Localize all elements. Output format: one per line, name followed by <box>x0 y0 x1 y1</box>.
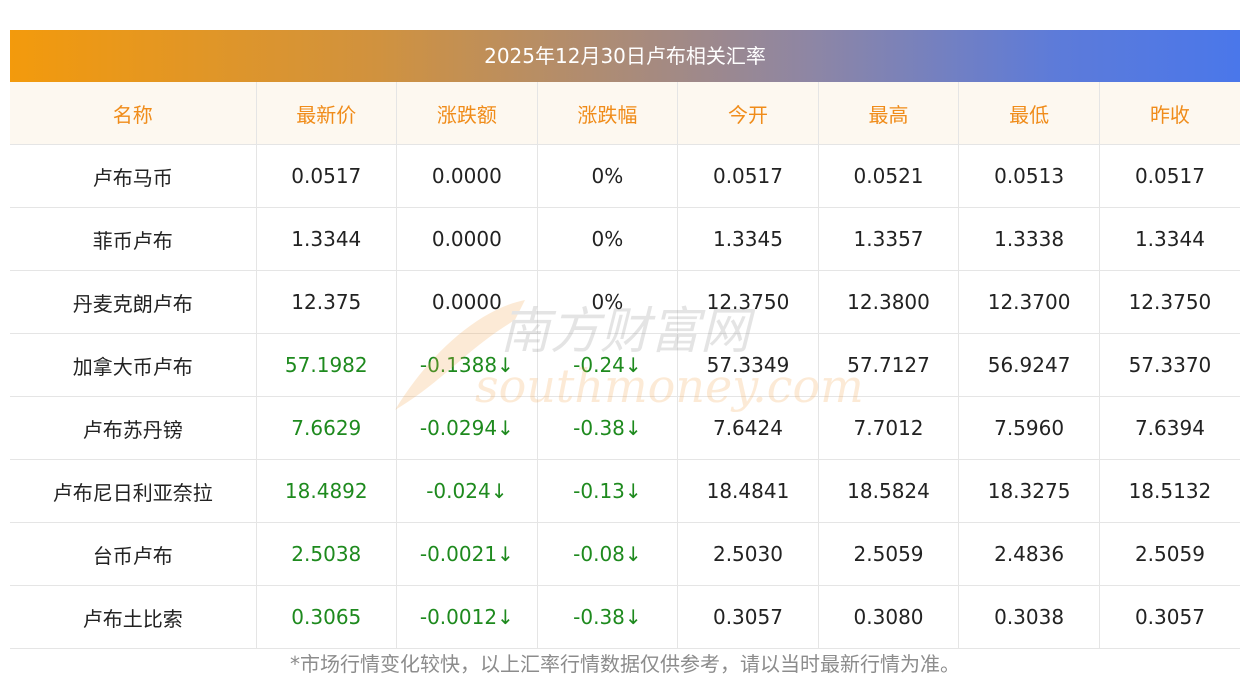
col-header-open: 今开 <box>677 82 819 145</box>
cell-change: 0.0000 <box>396 270 538 334</box>
cell-high: 12.3800 <box>817 270 959 334</box>
cell-prev: 0.3057 <box>1098 585 1240 649</box>
cell-low: 7.5960 <box>958 396 1100 460</box>
cell-prev: 2.5059 <box>1098 522 1240 586</box>
disclaimer-footer: *市场行情变化较快，以上汇率行情数据仅供参考，请以当时最新行情为准。 <box>290 652 960 676</box>
cell-pct: -0.08↓ <box>536 522 678 586</box>
cell-open: 0.0517 <box>677 144 819 208</box>
cell-change: -0.1388↓ <box>396 333 538 397</box>
cell-prev: 1.3344 <box>1098 207 1240 271</box>
cell-low: 56.9247 <box>958 333 1100 397</box>
cell-high: 0.3080 <box>817 585 959 649</box>
cell-latest: 2.5038 <box>255 522 397 586</box>
cell-low: 0.3038 <box>958 585 1100 649</box>
cell-low: 2.4836 <box>958 522 1100 586</box>
cell-prev: 18.5132 <box>1098 459 1240 523</box>
cell-prev: 0.0517 <box>1098 144 1240 208</box>
cell-prev: 12.3750 <box>1098 270 1240 334</box>
table-header-row: 名称 最新价 涨跌额 涨跌幅 今开 最高 最低 昨收 <box>10 82 1240 145</box>
cell-pct: -0.38↓ <box>536 396 678 460</box>
cell-name: 卢布苏丹镑 <box>10 396 256 460</box>
cell-open: 7.6424 <box>677 396 819 460</box>
cell-open: 12.3750 <box>677 270 819 334</box>
cell-low: 1.3338 <box>958 207 1100 271</box>
cell-low: 0.0513 <box>958 144 1100 208</box>
table-title: 2025年12月30日卢布相关汇率 <box>10 30 1240 82</box>
cell-open: 57.3349 <box>677 333 819 397</box>
col-header-high: 最高 <box>817 82 959 145</box>
cell-high: 1.3357 <box>817 207 959 271</box>
cell-latest: 7.6629 <box>255 396 397 460</box>
table-row: 卢布土比索 0.3065 -0.0012↓ -0.38↓ 0.3057 0.3080 0.3… <box>10 585 1240 649</box>
table-row: 菲币卢布 1.3344 0.0000 0% 1.3345 1.3357 1.3338 1.33… <box>10 207 1240 271</box>
rate-table-container: 2025年12月30日卢布相关汇率 名称 最新价 涨跌额 涨跌幅 今开 最高 最… <box>10 30 1240 649</box>
cell-change: -0.0294↓ <box>396 396 538 460</box>
cell-high: 7.7012 <box>817 396 959 460</box>
col-header-prev: 昨收 <box>1098 82 1240 145</box>
table-row: 加拿大币卢布 57.1982 -0.1388↓ -0.24↓ 57.3349 57.712… <box>10 333 1240 397</box>
col-header-change: 涨跌额 <box>396 82 538 145</box>
cell-change: -0.0021↓ <box>396 522 538 586</box>
cell-change: -0.024↓ <box>396 459 538 523</box>
cell-high: 57.7127 <box>817 333 959 397</box>
table-row: 卢布尼日利亚奈拉 18.4892 -0.024↓ -0.13↓ 18.4841 18.58… <box>10 459 1240 523</box>
cell-pct: -0.38↓ <box>536 585 678 649</box>
cell-pct: 0% <box>536 270 678 334</box>
table-row: 卢布马币 0.0517 0.0000 0% 0.0517 0.0521 0.0513 0.05… <box>10 144 1240 208</box>
cell-latest: 18.4892 <box>255 459 397 523</box>
cell-open: 0.3057 <box>677 585 819 649</box>
col-header-latest: 最新价 <box>255 82 397 145</box>
cell-latest: 0.0517 <box>255 144 397 208</box>
cell-name: 丹麦克朗卢布 <box>10 270 256 334</box>
cell-name: 卢布尼日利亚奈拉 <box>10 459 256 523</box>
col-header-name: 名称 <box>10 82 256 145</box>
cell-open: 18.4841 <box>677 459 819 523</box>
cell-low: 12.3700 <box>958 270 1100 334</box>
cell-latest: 0.3065 <box>255 585 397 649</box>
cell-latest: 12.375 <box>255 270 397 334</box>
cell-prev: 57.3370 <box>1098 333 1240 397</box>
cell-name: 卢布土比索 <box>10 585 256 649</box>
cell-pct: -0.24↓ <box>536 333 678 397</box>
cell-change: -0.0012↓ <box>396 585 538 649</box>
col-header-pct: 涨跌幅 <box>536 82 678 145</box>
cell-pct: -0.13↓ <box>536 459 678 523</box>
col-header-low: 最低 <box>958 82 1100 145</box>
rate-table: 名称 最新价 涨跌额 涨跌幅 今开 最高 最低 昨收 卢布马币 0.0517 0.0… <box>10 82 1240 649</box>
cell-open: 2.5030 <box>677 522 819 586</box>
cell-change: 0.0000 <box>396 207 538 271</box>
cell-name: 台币卢布 <box>10 522 256 586</box>
cell-high: 2.5059 <box>817 522 959 586</box>
cell-name: 卢布马币 <box>10 144 256 208</box>
cell-low: 18.3275 <box>958 459 1100 523</box>
cell-latest: 57.1982 <box>255 333 397 397</box>
cell-latest: 1.3344 <box>255 207 397 271</box>
cell-pct: 0% <box>536 207 678 271</box>
cell-pct: 0% <box>536 144 678 208</box>
table-row: 台币卢布 2.5038 -0.0021↓ -0.08↓ 2.5030 2.5059 2.48… <box>10 522 1240 586</box>
cell-open: 1.3345 <box>677 207 819 271</box>
table-row: 丹麦克朗卢布 12.375 0.0000 0% 12.3750 12.3800 12.370… <box>10 270 1240 334</box>
cell-name: 加拿大币卢布 <box>10 333 256 397</box>
cell-high: 18.5824 <box>817 459 959 523</box>
cell-name: 菲币卢布 <box>10 207 256 271</box>
table-row: 卢布苏丹镑 7.6629 -0.0294↓ -0.38↓ 7.6424 7.7012 7.5… <box>10 396 1240 460</box>
cell-change: 0.0000 <box>396 144 538 208</box>
cell-high: 0.0521 <box>817 144 959 208</box>
cell-prev: 7.6394 <box>1098 396 1240 460</box>
